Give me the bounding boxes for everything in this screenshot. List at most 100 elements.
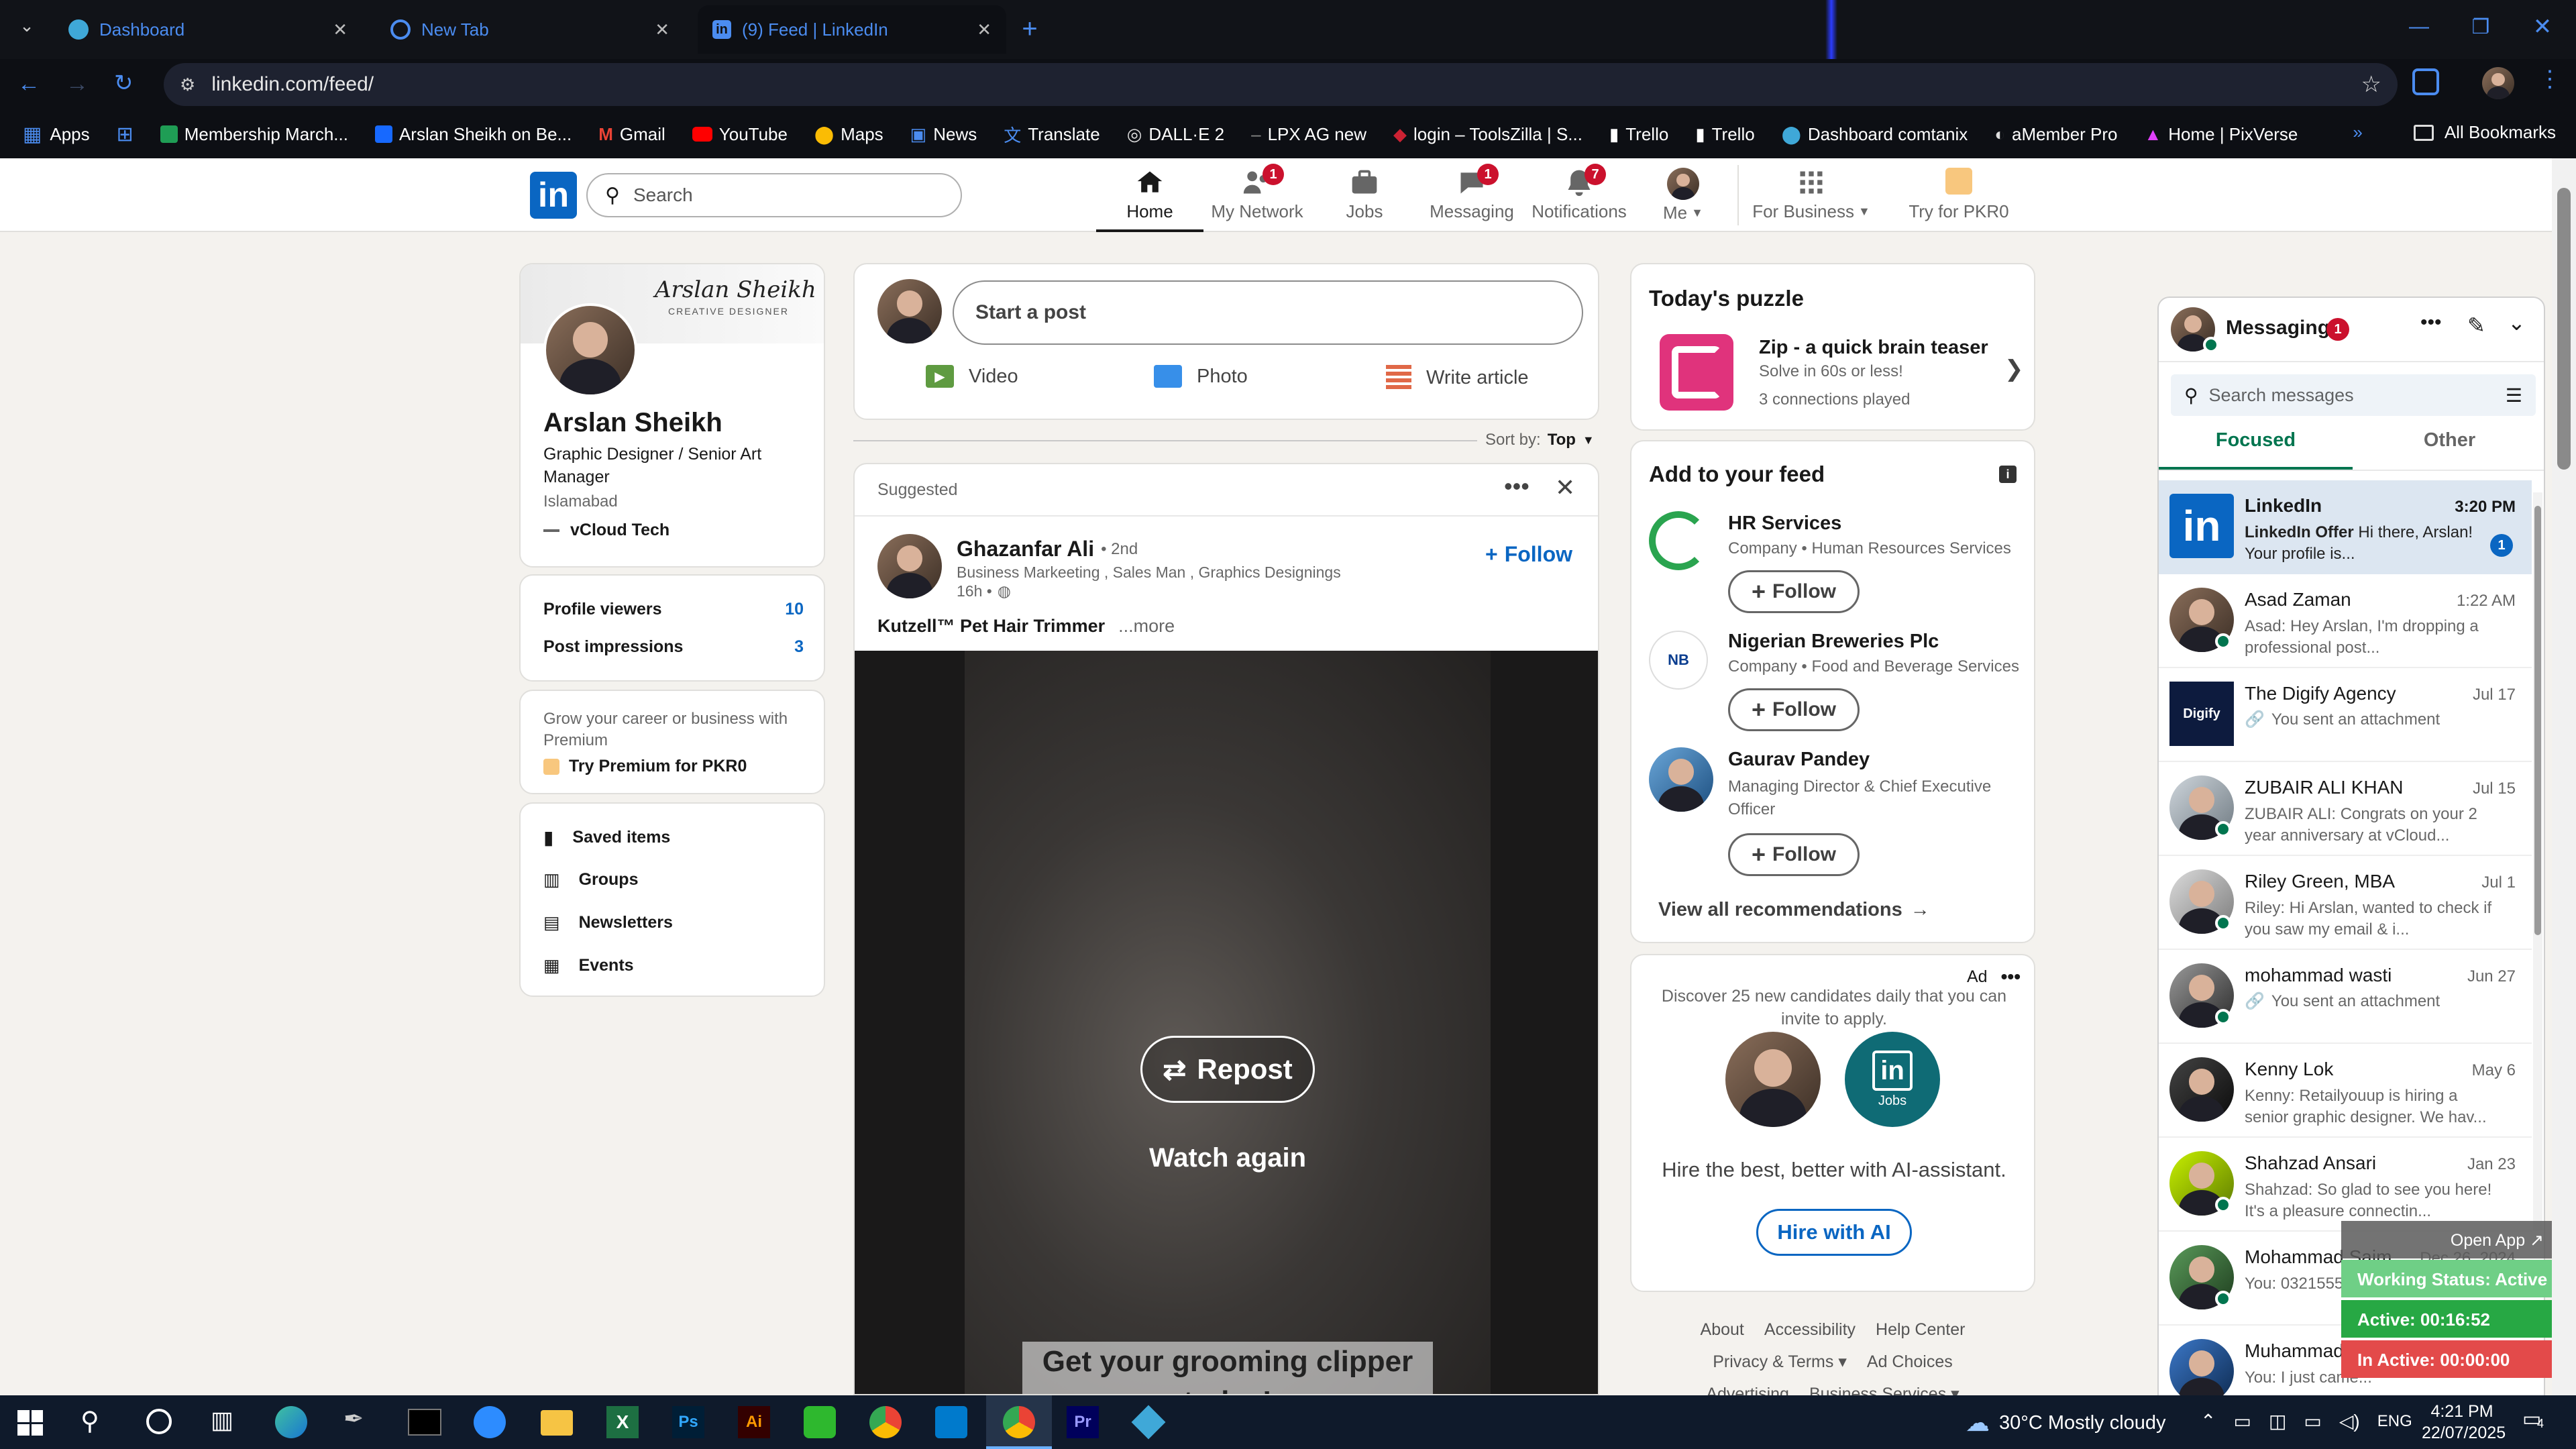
conversation-item[interactable]: mohammad wasti Jun 27 🔗 You sent an attac… <box>2159 950 2532 1044</box>
feed-item-name[interactable]: Nigerian Breweries Plc <box>1728 631 1939 653</box>
zoom-icon[interactable] <box>474 1406 506 1438</box>
tab-close-icon[interactable]: ✕ <box>655 19 669 40</box>
bookmark-item[interactable]: ▣ News <box>910 124 977 145</box>
filter-icon[interactable]: ☰ <box>2506 384 2522 407</box>
profile-name[interactable]: Arslan Sheikh <box>543 408 722 438</box>
author-avatar[interactable] <box>877 534 942 598</box>
follow-author-button[interactable]: + Follow <box>1485 542 1572 567</box>
follow-button[interactable]: + Follow <box>1728 570 1860 613</box>
bookmark-star-icon[interactable]: ☆ <box>2361 71 2381 98</box>
global-search[interactable]: ⚲ Search <box>586 173 962 217</box>
bookmarks-overflow-icon[interactable]: » <box>2353 122 2362 143</box>
app-tray-icon[interactable]: ▭ <box>2233 1410 2251 1432</box>
back-button[interactable]: ← <box>17 71 40 97</box>
file-explorer-icon[interactable] <box>541 1410 573 1436</box>
puzzle-title[interactable]: Zip - a quick brain teaser <box>1759 337 1988 359</box>
conversation-item[interactable]: ZUBAIR ALI KHAN Jul 15 ZUBAIR ALI: Congr… <box>2159 762 2532 856</box>
conversation-item[interactable]: Digify The Digify Agency Jul 17 🔗 You sen… <box>2159 668 2532 762</box>
bookmark-item[interactable]: ⬤ Maps <box>814 124 883 145</box>
tab-dashboard[interactable]: Dashboard ✕ <box>54 5 362 54</box>
edge-icon[interactable] <box>275 1406 307 1438</box>
author-line[interactable]: Ghazanfar Ali • 2nd <box>957 537 1138 561</box>
photoshop-icon[interactable]: Ps <box>672 1406 704 1438</box>
stat-post-impressions[interactable]: Post impressions 3 <box>543 637 804 657</box>
bookmark-item[interactable]: Membership March... <box>160 124 348 145</box>
saved-items-link[interactable]: ▮ Saved items <box>543 826 670 849</box>
profile-avatar[interactable] <box>543 303 637 397</box>
clock[interactable]: 4:21 PM 22/07/2025 <box>2422 1401 2506 1444</box>
bookmark-item[interactable]: Arslan Sheikh on Be... <box>374 124 572 145</box>
conversation-item[interactable]: Shahzad Ansari Jan 23 Shahzad: So glad t… <box>2159 1138 2532 1232</box>
forward-button[interactable]: → <box>66 71 89 97</box>
bookmark-item[interactable]: ▮ Trello <box>1609 124 1668 145</box>
groups-link[interactable]: ▥ Groups <box>543 869 638 890</box>
nav-home[interactable]: Home <box>1096 168 1203 232</box>
nav-for-business[interactable]: For Business ▼ <box>1744 168 1878 232</box>
network-icon[interactable]: ▭ <box>2304 1410 2321 1432</box>
tab-close-icon[interactable]: ✕ <box>977 19 991 40</box>
nav-jobs[interactable]: Jobs <box>1311 168 1418 232</box>
messaging-menu-icon[interactable]: ••• <box>2420 311 2442 334</box>
events-link[interactable]: ▦ Events <box>543 955 634 976</box>
new-tab-button[interactable]: + <box>1013 12 1046 46</box>
tab-search-button[interactable]: ⌄ <box>13 12 40 39</box>
premiere-icon[interactable]: Pr <box>1067 1406 1099 1438</box>
tab-other[interactable]: Other <box>2353 429 2544 470</box>
close-window-button[interactable]: ✕ <box>2512 0 2573 54</box>
footer-help-center[interactable]: Help Center <box>1876 1313 1965 1346</box>
conversation-item[interactable]: Kenny Lok May 6 Kenny: Retailyouup is hi… <box>2159 1044 2532 1138</box>
follow-button[interactable]: + Follow <box>1728 688 1860 731</box>
footer-accessibility[interactable]: Accessibility <box>1764 1313 1856 1346</box>
all-bookmarks[interactable]: » All Bookmarks <box>2353 122 2556 143</box>
nav-messaging[interactable]: 1 Messaging <box>1418 164 1525 232</box>
watch-again-button[interactable]: Watch again <box>855 1143 1598 1173</box>
footer-ad-choices[interactable]: Ad Choices <box>1867 1346 1953 1378</box>
weather-widget[interactable]: ☁ 30°C Mostly cloudy <box>1966 1409 2166 1437</box>
page-scrollbar[interactable] <box>2552 158 2576 1395</box>
nigerian-breweries-logo[interactable]: NB <box>1649 631 1708 690</box>
apps-launcher-icon[interactable]: ⊞ <box>117 123 133 146</box>
footer-about[interactable]: About <box>1701 1313 1744 1346</box>
start-button[interactable] <box>17 1410 43 1436</box>
bookmark-apps[interactable]: ▦ Apps <box>23 123 90 146</box>
illustrator-icon[interactable]: Ai <box>738 1406 770 1438</box>
bookmark-item[interactable]: ◎ DALL·E 2 <box>1127 124 1224 145</box>
tab-linkedin[interactable]: in (9) Feed | LinkedIn ✕ <box>698 5 1006 54</box>
compose-icon[interactable]: ✎ <box>2467 313 2485 338</box>
profile-company[interactable]: vCloud Tech <box>543 521 669 540</box>
linkedin-logo[interactable]: in <box>530 172 577 219</box>
chevron-up-icon[interactable]: ⌃ <box>2200 1410 2216 1432</box>
bookmark-item[interactable]: ▮ Trello <box>1695 124 1754 145</box>
conversation-item[interactable]: Riley Green, MBA Jul 1 Riley: Hi Arslan,… <box>2159 856 2532 950</box>
camera-icon[interactable]: ◫ <box>2269 1410 2286 1432</box>
bookmark-item[interactable]: YouTube <box>692 124 788 145</box>
bookmark-item[interactable]: M Gmail <box>598 124 665 145</box>
app-green-icon[interactable] <box>804 1406 836 1438</box>
repost-button[interactable]: ⇄ Repost <box>1140 1036 1315 1103</box>
chrome-active-icon[interactable] <box>986 1395 1052 1449</box>
maximize-button[interactable]: ❐ <box>2450 0 2512 54</box>
task-view-icon[interactable]: ▥ <box>211 1406 233 1434</box>
start-post-button[interactable]: Start a post <box>953 280 1583 345</box>
bookmark-item[interactable]: 文 Translate <box>1004 122 1099 147</box>
action-center-icon[interactable]: ▭ 4 <box>2522 1407 2552 1437</box>
nav-premium[interactable]: Try for PKR0 <box>1892 168 2026 232</box>
hire-with-ai-button[interactable]: Hire with AI <box>1756 1209 1912 1256</box>
excel-icon[interactable]: X <box>606 1406 639 1438</box>
search-icon[interactable]: ⚲ <box>80 1406 99 1436</box>
dismiss-post-icon[interactable]: ✕ <box>1555 474 1575 502</box>
feed-item-name[interactable]: Gaurav Pandey <box>1728 749 1870 771</box>
see-more-link[interactable]: ...more <box>1118 616 1175 637</box>
chevron-right-icon[interactable]: ❯ <box>2004 356 2024 382</box>
bookmark-item[interactable]: ▲ Home | PixVerse <box>2145 124 2298 145</box>
tab-new-tab[interactable]: New Tab ✕ <box>376 5 684 54</box>
write-article-button[interactable]: Write article <box>1386 365 1529 390</box>
bookmark-item[interactable]: ◆ login – ToolsZilla | S... <box>1393 124 1582 145</box>
tab-close-icon[interactable]: ✕ <box>333 19 347 40</box>
composer-avatar[interactable] <box>877 279 942 343</box>
address-bar[interactable]: ⚙ linkedin.com/feed/ ☆ <box>164 63 2398 106</box>
video-button[interactable]: ▶ Video <box>926 365 1018 388</box>
post-menu-icon[interactable]: ••• <box>1504 472 1529 500</box>
pen-icon[interactable]: ✒ <box>343 1405 364 1433</box>
open-app-button[interactable]: Open App ↗ <box>2341 1221 2552 1258</box>
